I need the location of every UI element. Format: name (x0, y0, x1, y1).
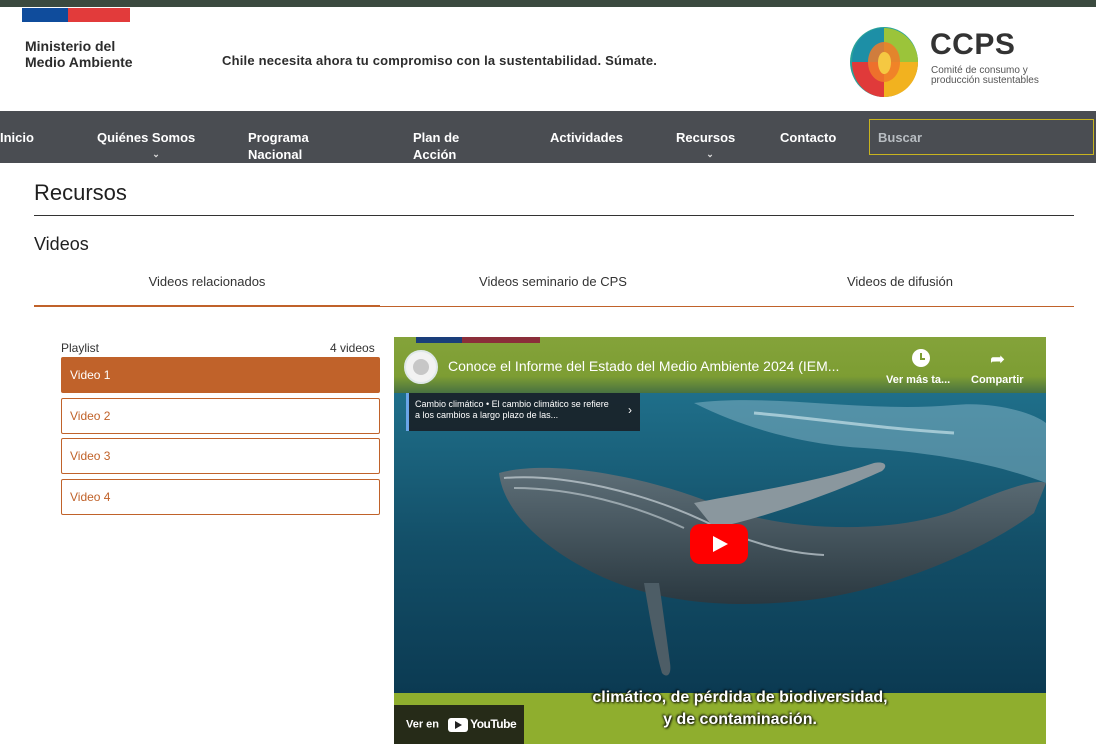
play-button-icon[interactable] (690, 524, 748, 564)
title-divider (34, 215, 1074, 216)
nav-item-contacto[interactable]: Contacto (780, 129, 836, 146)
search-input[interactable] (869, 119, 1094, 155)
caption-line-1: climático, de pérdida de biodiversidad, (592, 689, 888, 706)
tab-videos-seminario[interactable]: Videos seminario de CPS (380, 268, 726, 308)
watch-on-youtube-button[interactable]: Ver en YouTube (394, 705, 524, 744)
channel-avatar[interactable] (404, 350, 438, 384)
chile-flag-stripe (22, 8, 130, 22)
chevron-down-icon: ⌄ (706, 149, 714, 159)
share-label[interactable]: Compartir (971, 374, 1024, 386)
playlist-item-video-3[interactable]: Video 3 (61, 438, 380, 474)
nav-item-label: Quiénes Somos (97, 130, 196, 145)
nav-item-inicio[interactable]: Inicio (0, 129, 34, 146)
nav-item-recursos[interactable]: Recursos ⌄ (676, 129, 746, 163)
clock-icon[interactable] (912, 349, 930, 367)
nav-item-quienes-somos[interactable]: Quiénes Somos ⌄ (97, 129, 217, 163)
playlist-item-video-1[interactable]: Video 1 (61, 357, 380, 393)
ccps-brand-title: CCPS (930, 28, 1016, 61)
video-tabs: Videos relacionados Videos seminario de … (34, 268, 1074, 308)
chevron-down-icon: ⌄ (152, 149, 160, 159)
tab-active-indicator (34, 305, 380, 307)
page-title: Recursos (34, 180, 127, 205)
watch-on-label: Ver en (406, 718, 440, 731)
ccps-brand-subtitle: Comité de consumo y producción sustentab… (931, 65, 1039, 86)
youtube-logo-icon: YouTube (448, 705, 517, 744)
ministry-logo-text[interactable]: Ministerio del Medio Ambiente (25, 38, 145, 70)
chevron-right-icon: › (628, 403, 632, 417)
section-title: Videos (34, 234, 89, 254)
video-flag-stripe (416, 337, 540, 343)
chapter-text: Cambio climático • El cambio climático s… (415, 399, 609, 420)
nav-item-label: Recursos (676, 130, 736, 145)
top-border (0, 0, 1096, 7)
playlist-item-video-2[interactable]: Video 2 (61, 398, 380, 434)
nav-item-programa-nacional[interactable]: Programa Nacional (248, 129, 338, 163)
chapter-tooltip[interactable]: Cambio climático • El cambio climático s… (406, 393, 640, 431)
playlist-item-video-4[interactable]: Video 4 (61, 479, 380, 515)
watch-later-label[interactable]: Ver más ta... (886, 374, 950, 386)
share-arrow-icon[interactable]: ➦ (990, 349, 1005, 370)
header-tagline: Chile necesita ahora tu compromiso con l… (222, 53, 658, 68)
playlist-label: Playlist (61, 341, 100, 355)
nav-item-actividades[interactable]: Actividades (550, 129, 623, 146)
youtube-video-player[interactable]: Conoce el Informe del Estado del Medio A… (394, 337, 1046, 744)
nav-item-plan-de-accion[interactable]: Plan de Acción (413, 129, 483, 163)
video-title[interactable]: Conoce el Informe del Estado del Medio A… (448, 358, 839, 374)
tab-videos-relacionados[interactable]: Videos relacionados (34, 268, 380, 308)
ccps-logo-icon[interactable] (848, 22, 920, 98)
playlist-count: 4 videos (330, 341, 375, 355)
caption-line-2: y de contaminación. (663, 711, 817, 728)
tab-videos-difusion[interactable]: Videos de difusión (726, 268, 1074, 308)
